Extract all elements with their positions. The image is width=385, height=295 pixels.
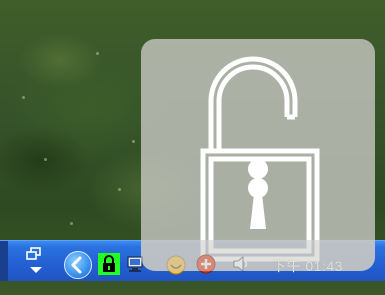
volume-icon: [233, 256, 248, 272]
taskbar-clock[interactable]: 下午 01:43: [272, 256, 343, 276]
show-hidden-icons-button[interactable]: [64, 251, 92, 279]
tray-lock-button[interactable]: [98, 253, 120, 275]
tray-antivirus-button[interactable]: [195, 253, 217, 275]
chevron-left-icon: [71, 256, 82, 274]
tray-messenger-button[interactable]: [165, 253, 187, 275]
antivirus-icon: [196, 254, 216, 274]
virtual-desktops-button[interactable]: [22, 245, 50, 277]
messenger-icon: [166, 255, 186, 275]
lock-status-overlay: [141, 39, 375, 271]
network-computer-icon: [127, 256, 143, 272]
unlocked-padlock-icon: [200, 56, 320, 262]
taskbar-edge: [0, 241, 8, 281]
tray-volume-button[interactable]: [230, 253, 252, 275]
padlock-icon: [98, 253, 120, 275]
virtual-desktops-icon: [26, 247, 42, 273]
tray-network-button[interactable]: [125, 253, 147, 275]
